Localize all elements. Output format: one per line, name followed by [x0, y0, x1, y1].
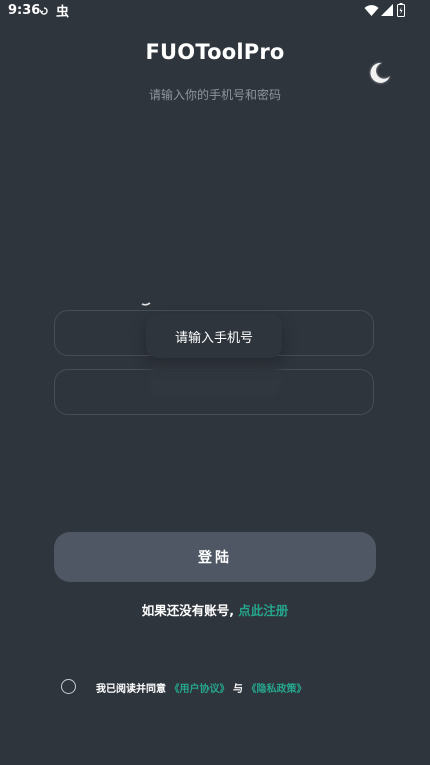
register-link[interactable]: 点此注册: [238, 603, 288, 618]
bug-icon: 虫: [56, 4, 69, 19]
login-subtitle: 请输入你的手机号和密码: [148, 88, 281, 102]
tooltip-shadow: [150, 360, 280, 396]
sync-icon: [40, 7, 48, 15]
battery-icon: [397, 3, 405, 17]
agreement-checkbox[interactable]: [61, 679, 76, 694]
agreement-text: 我已阅读并同意: [96, 684, 166, 695]
register-prompt: 如果还没有账号,: [141, 603, 234, 618]
wifi-icon: [364, 5, 379, 16]
privacy-policy-link[interactable]: 《隐私政策》: [246, 684, 306, 695]
cell-signal-icon: [381, 4, 393, 16]
user-agreement-link[interactable]: 《用户协议》: [169, 684, 229, 695]
status-time: 9:36: [8, 3, 41, 18]
svg-text:虫: 虫: [56, 4, 69, 19]
status-bar: 9:36 虫: [0, 0, 430, 24]
moon-icon[interactable]: [366, 60, 392, 86]
register-line: 如果还没有账号, 点此注册: [0, 600, 430, 619]
login-button[interactable]: 登陆: [54, 532, 376, 582]
phone-hint-tooltip: 请输入手机号: [146, 314, 282, 358]
agreement-line: 我已阅读并同意 《用户协议》 与 《隐私政策》: [96, 680, 306, 695]
agreement-conjunction: 与: [232, 684, 243, 695]
